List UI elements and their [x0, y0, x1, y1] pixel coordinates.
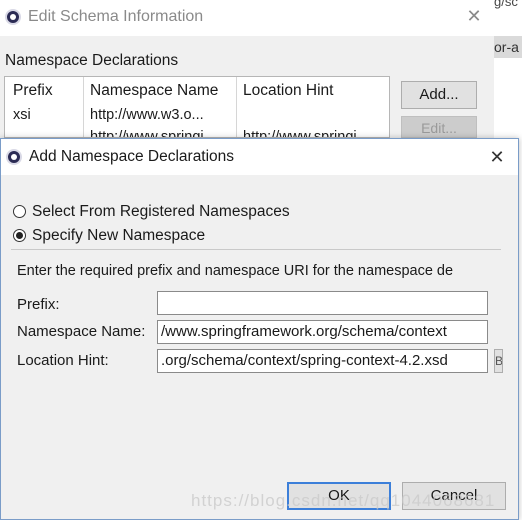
instruction-text: Enter the required prefix and namespace …	[17, 263, 454, 279]
table-cell[interactable]: http://www.springi...	[243, 129, 369, 137]
radio-button-selected[interactable]	[13, 229, 26, 242]
edit-button[interactable]: Edit...	[401, 116, 477, 138]
column-divider	[83, 77, 84, 137]
eclipse-app-icon	[5, 9, 21, 25]
radio-button[interactable]	[13, 205, 26, 218]
eclipse-app-icon	[6, 149, 22, 165]
add-namespace-dialog: Add Namespace Declarations ✕ Select From…	[0, 138, 519, 520]
namespace-name-input[interactable]: /www.springframework.org/schema/context	[157, 320, 488, 344]
namespace-table[interactable]: Prefix Namespace Name Location Hint xsi …	[4, 76, 390, 138]
table-cell[interactable]: http://www.springi...	[90, 129, 216, 137]
browse-button[interactable]: B	[494, 349, 503, 373]
radio-label: Specify New Namespace	[32, 227, 206, 244]
column-divider	[236, 77, 237, 137]
close-icon[interactable]: ✕	[485, 145, 509, 169]
column-header-prefix[interactable]: Prefix	[13, 82, 53, 100]
separator	[11, 249, 501, 250]
column-header-namespace[interactable]: Namespace Name	[90, 82, 218, 100]
namespace-name-label: Namespace Name:	[17, 323, 146, 340]
location-hint-input[interactable]: .org/schema/context/spring-context-4.2.x…	[157, 349, 488, 373]
close-icon[interactable]: ✕	[462, 4, 486, 28]
watermark: https://blog.csdn.net/qq1044068681	[191, 491, 496, 510]
namespace-declarations-label: Namespace Declarations	[5, 52, 179, 69]
edit-schema-title: Edit Schema Information	[28, 8, 204, 25]
underlying-editor-tab[interactable]: or-a	[494, 36, 522, 58]
dialog-title: Add Namespace Declarations	[29, 148, 235, 165]
dialog-titlebar: Add Namespace Declarations ✕	[1, 139, 518, 175]
location-hint-label: Location Hint:	[17, 352, 109, 369]
underlying-editor-text: g/sc	[494, 0, 518, 9]
table-cell[interactable]: http://www.w3.o...	[90, 107, 204, 123]
table-cell[interactable]: xsi	[13, 107, 31, 123]
radio-registered-namespaces[interactable]: Select From Registered Namespaces	[13, 203, 313, 221]
radio-label: Select From Registered Namespaces	[32, 203, 290, 220]
prefix-label: Prefix:	[17, 296, 60, 313]
radio-new-namespace[interactable]: Specify New Namespace	[13, 227, 313, 245]
column-header-location[interactable]: Location Hint	[243, 82, 333, 100]
add-button[interactable]: Add...	[401, 81, 477, 109]
browse-button-label: B	[495, 354, 503, 368]
prefix-input[interactable]	[157, 291, 488, 315]
edit-schema-titlebar: Edit Schema Information ✕	[0, 0, 494, 36]
